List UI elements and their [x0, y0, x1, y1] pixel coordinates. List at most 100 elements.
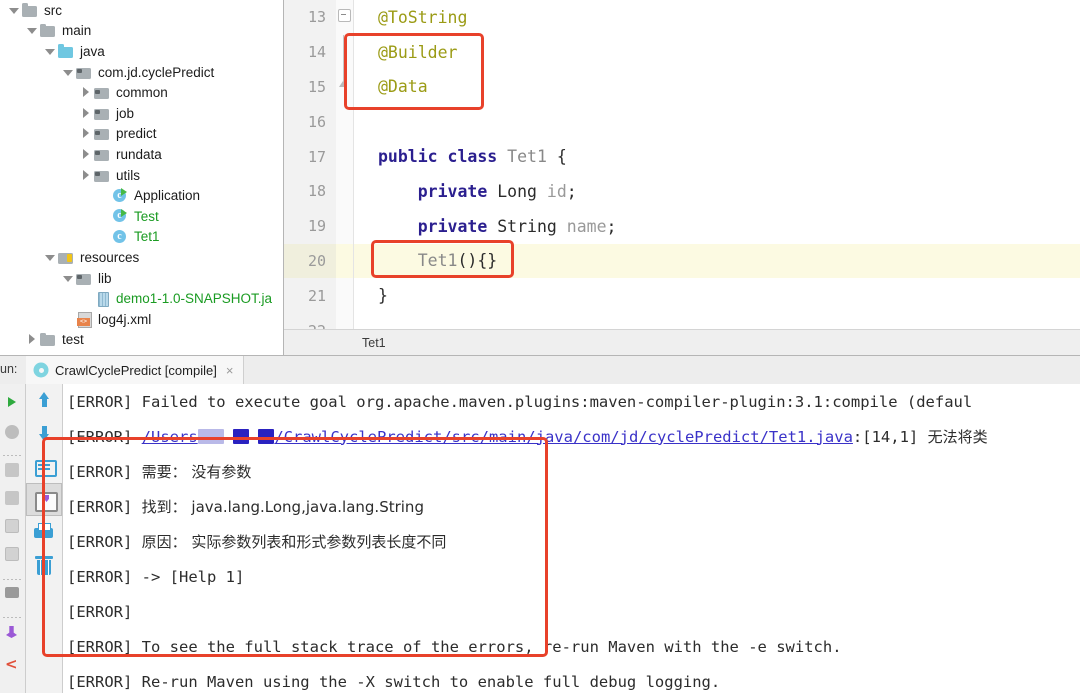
chevron-right-icon[interactable]: [80, 148, 93, 161]
class-run-icon: [112, 208, 129, 224]
fold-end-icon[interactable]: [336, 69, 354, 105]
run-window-label: un:: [0, 362, 18, 376]
console-line: [ERROR] 需要： 没有参数: [63, 454, 1080, 489]
resources-icon: [58, 250, 75, 265]
line-number: 14: [284, 34, 336, 70]
code-line-15[interactable]: 15 @Data: [284, 69, 1080, 105]
run-side-gutter[interactable]: [0, 384, 26, 693]
chevron-down-icon[interactable]: [62, 66, 75, 79]
tree-item-predict[interactable]: predict: [0, 124, 283, 145]
print-button[interactable]: [26, 516, 62, 549]
chevron-down-icon[interactable]: [26, 24, 39, 37]
tree-item-test[interactable]: Test: [0, 206, 283, 227]
code-line-21[interactable]: 21}: [284, 278, 1080, 314]
tree-item-com-jd-cyclepredict[interactable]: com.jd.cyclePredict: [0, 62, 283, 83]
clear-all-button[interactable]: [26, 549, 62, 582]
run-toolbar[interactable]: [26, 384, 63, 693]
close-icon[interactable]: ×: [226, 364, 234, 377]
up-arrow-button[interactable]: [26, 384, 62, 417]
token-plain: String: [497, 216, 557, 236]
console-output[interactable]: [ERROR] Failed to execute goal org.apach…: [63, 384, 1080, 693]
file-path-link[interactable]: /Users: [142, 428, 198, 446]
code-editor-panel[interactable]: 13 @ToString 14 @Builder 15 @Data 16 17 public c…: [284, 0, 1080, 355]
settings-icon[interactable]: [3, 546, 22, 563]
chevron-down-icon[interactable]: [62, 272, 75, 285]
pin-icon[interactable]: [3, 624, 22, 641]
console-line-text: [ERROR] Failed to execute goal org.apach…: [67, 392, 973, 411]
pause-icon[interactable]: [3, 490, 22, 507]
project-tree-list[interactable]: src main java com.jd.cyclePredict common job p…: [0, 0, 283, 350]
tree-item-lib[interactable]: lib: [0, 268, 283, 289]
chevron-right-icon[interactable]: [80, 169, 93, 182]
tree-item-log4j-xml[interactable]: log4j.xml: [0, 309, 283, 330]
token-ann: @Data: [378, 77, 428, 97]
code-line-16[interactable]: 16: [284, 104, 1080, 140]
jar-icon: [94, 291, 111, 308]
chevron-right-icon[interactable]: [26, 333, 39, 346]
tree-item-java[interactable]: java: [0, 41, 283, 62]
rerun-icon[interactable]: [3, 462, 22, 479]
run-tab-crawlcyclepredict[interactable]: CrawlCyclePredict [compile] ×: [26, 356, 245, 384]
breadcrumb-class[interactable]: Tet1: [362, 336, 386, 350]
tree-item-label: src: [44, 2, 62, 18]
tree-item-job[interactable]: job: [0, 103, 283, 124]
collapse-icon[interactable]: [3, 655, 22, 673]
code-line-17[interactable]: 17 public class Tet1 {: [284, 139, 1080, 174]
tree-item-resources[interactable]: resources: [0, 247, 283, 268]
fold-minus-icon[interactable]: [336, 0, 354, 35]
tree-item-label: rundata: [116, 146, 162, 162]
chevron-right-icon[interactable]: [80, 107, 93, 120]
package-icon: [94, 106, 111, 121]
folder-icon: [40, 23, 57, 38]
line-number: 19: [284, 208, 336, 244]
console-line-tag: [ERROR]: [67, 427, 142, 446]
code-line-18[interactable]: 18 private Long id;: [284, 173, 1080, 209]
code-line-text: @ToString: [354, 8, 467, 27]
console-line-tag: [ERROR]: [67, 497, 142, 516]
tree-item-src[interactable]: src: [0, 0, 283, 21]
tree-item-rundata[interactable]: rundata: [0, 144, 283, 165]
chevron-down-icon[interactable]: [44, 45, 57, 58]
code-line-14[interactable]: 14 @Builder: [284, 34, 1080, 70]
tree-item-demo1-1-0-snapshot-ja[interactable]: demo1-1.0-SNAPSHOT.ja: [0, 288, 283, 309]
chevron-right-icon[interactable]: [80, 86, 93, 99]
camera-icon[interactable]: [3, 584, 22, 601]
line-number: 15: [284, 69, 336, 105]
tree-item-common[interactable]: common: [0, 82, 283, 103]
tree-item-utils[interactable]: utils: [0, 165, 283, 186]
filter-icon[interactable]: [3, 518, 22, 535]
redacted-block: [197, 429, 224, 444]
token-ann: @ToString: [378, 7, 468, 27]
project-tree-panel[interactable]: src main java com.jd.cyclePredict common job p…: [0, 0, 284, 355]
code-editor-scroll[interactable]: 13 @ToString 14 @Builder 15 @Data 16 17 public c…: [284, 0, 1080, 348]
code-line-20[interactable]: 20 Tet1(){}: [284, 243, 1080, 279]
tree-item-tet1[interactable]: Tet1: [0, 227, 283, 248]
folder-icon: [40, 332, 57, 347]
line-number: 16: [284, 104, 336, 140]
chevron-down-icon[interactable]: [44, 251, 57, 264]
file-path-link[interactable]: /CrawlCyclePredict/src/main/java/com/jd/…: [274, 428, 853, 446]
tree-item-test[interactable]: test: [0, 330, 283, 351]
stop-icon[interactable]: [3, 424, 22, 441]
soft-wrap-button[interactable]: [26, 450, 62, 483]
token-plain: }: [378, 286, 388, 306]
run-icon[interactable]: [3, 394, 22, 411]
run-tool-window[interactable]: un: CrawlCyclePredict [compile] × [ERROR…: [0, 355, 1080, 693]
class-icon: [112, 229, 129, 244]
token-kw: private: [417, 216, 498, 236]
code-line-19[interactable]: 19 private String name;: [284, 208, 1080, 244]
fold-gutter: [336, 243, 354, 279]
tree-item-application[interactable]: Application: [0, 185, 283, 206]
scroll-to-end-button[interactable]: [26, 483, 62, 516]
console-line-text: 找到： java.lang.Long,java.lang.String: [141, 498, 424, 516]
chevron-right-icon[interactable]: [80, 127, 93, 140]
token-kw: public class: [378, 147, 508, 167]
fold-line-icon[interactable]: [336, 34, 354, 70]
chevron-down-icon[interactable]: [8, 4, 21, 17]
down-arrow-button[interactable]: [26, 417, 62, 450]
code-line-13[interactable]: 13 @ToString: [284, 0, 1080, 35]
tree-item-main[interactable]: main: [0, 21, 283, 42]
